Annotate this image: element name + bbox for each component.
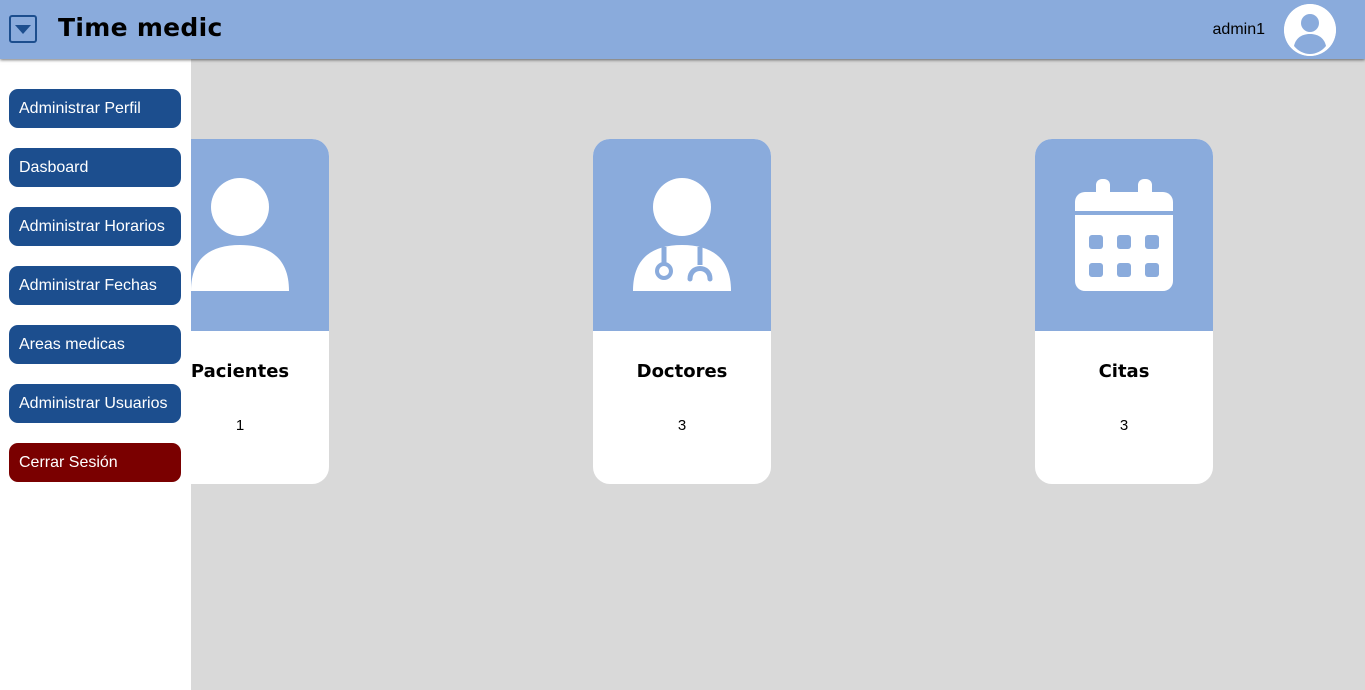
sidebar-item-administrar-horarios[interactable]: Administrar Horarios	[9, 207, 181, 246]
user-avatar-icon[interactable]	[1284, 4, 1336, 56]
card-citas[interactable]: Citas 3	[1035, 139, 1213, 484]
sidebar-item-areas-medicas[interactable]: Areas medicas	[9, 325, 181, 364]
sidebar-item-dashboard[interactable]: Dasboard	[9, 148, 181, 187]
doctor-icon	[633, 178, 731, 291]
sidebar-item-administrar-fechas[interactable]: Administrar Fechas	[9, 266, 181, 305]
card-citas-title: Citas	[1098, 361, 1150, 382]
sidebar-item-administrar-perfil[interactable]: Administrar Perfil	[9, 89, 181, 128]
card-doctores-count: 3	[677, 417, 687, 434]
card-citas-header	[1035, 139, 1213, 331]
card-doctores-header	[593, 139, 771, 331]
card-doctores-title: Doctores	[636, 361, 728, 382]
calendar-icon	[1075, 179, 1173, 291]
app-title: Time medic	[58, 13, 223, 42]
top-bar: Time medic admin1	[0, 0, 1365, 59]
logout-button[interactable]: Cerrar Sesión	[9, 443, 181, 482]
user-name: admin1	[1212, 21, 1265, 38]
card-doctores[interactable]: Doctores 3	[593, 139, 771, 484]
dropdown-toggle-icon[interactable]	[9, 15, 37, 43]
sidebar: Administrar Perfil Dasboard Administrar …	[0, 59, 191, 690]
card-citas-count: 3	[1119, 417, 1129, 434]
sidebar-item-administrar-usuarios[interactable]: Administrar Usuarios	[9, 384, 181, 423]
